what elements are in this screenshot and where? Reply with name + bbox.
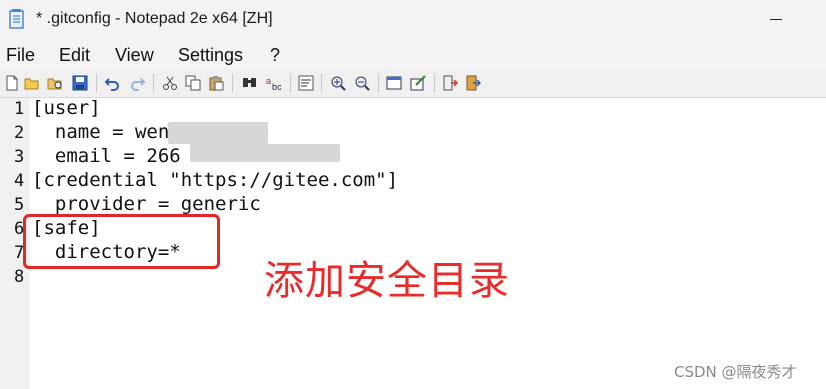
find-icon[interactable]	[242, 75, 258, 91]
scheme-icon[interactable]	[386, 75, 402, 91]
open-file-icon[interactable]	[24, 75, 40, 91]
menu-help[interactable]: ?	[270, 45, 280, 66]
minimize-button[interactable]	[765, 8, 787, 30]
toolbar: a bc	[0, 70, 826, 98]
replace-icon[interactable]: abc	[266, 75, 282, 91]
line-number: 3	[14, 147, 25, 167]
customize-schemes-icon[interactable]	[410, 75, 426, 91]
browse-icon[interactable]	[47, 75, 63, 91]
safe-section-highlight	[23, 214, 220, 269]
window-title: * .gitconfig - Notepad 2e x64 [ZH]	[36, 10, 273, 27]
menu-view[interactable]: View	[115, 45, 154, 66]
menu-bar: File Edit View Settings ?	[0, 40, 826, 70]
code-line: [credential "https://gitee.com"]	[32, 169, 399, 191]
code-line: email = 266	[32, 145, 181, 167]
menu-settings[interactable]: Settings	[178, 45, 243, 66]
toolbar-separator	[153, 74, 154, 92]
redacted-name	[168, 122, 268, 144]
copy-icon[interactable]	[185, 75, 201, 91]
menu-edit[interactable]: Edit	[59, 45, 90, 66]
save-icon[interactable]	[72, 75, 88, 91]
word-wrap-icon[interactable]	[298, 75, 314, 91]
toolbar-separator	[232, 74, 233, 92]
menu-file[interactable]: File	[6, 45, 35, 66]
line-number: 8	[14, 267, 25, 287]
svg-text:bc: bc	[272, 82, 282, 91]
line-number: 5	[14, 195, 25, 215]
paste-icon[interactable]	[208, 75, 224, 91]
undo-icon[interactable]	[104, 75, 120, 91]
code-line: provider = generic	[32, 193, 261, 215]
svg-text:a: a	[266, 76, 271, 86]
annotation-text: 添加安全目录	[264, 258, 510, 304]
settings-transfer-icon[interactable]	[442, 75, 458, 91]
toolbar-separator	[290, 74, 291, 92]
line-number: 4	[14, 171, 25, 191]
watermark: CSDN @隔夜秀才	[674, 363, 797, 381]
zoom-out-icon[interactable]	[354, 75, 370, 91]
toolbar-separator	[321, 74, 322, 92]
toolbar-separator	[96, 74, 97, 92]
toolbar-separator	[378, 74, 379, 92]
toolbar-separator	[434, 74, 435, 92]
code-line: [user]	[32, 97, 101, 119]
code-line: name = wen	[32, 121, 170, 143]
new-file-icon[interactable]	[4, 75, 20, 91]
title-bar: * .gitconfig - Notepad 2e x64 [ZH]	[0, 0, 826, 40]
redacted-email	[190, 144, 340, 162]
redo-icon[interactable]	[130, 75, 146, 91]
line-number: 1	[14, 99, 25, 119]
notepad-app-icon	[9, 9, 24, 29]
zoom-in-icon[interactable]	[330, 75, 346, 91]
cut-icon[interactable]	[162, 75, 178, 91]
line-number: 2	[14, 123, 25, 143]
exit-icon[interactable]	[465, 75, 481, 91]
